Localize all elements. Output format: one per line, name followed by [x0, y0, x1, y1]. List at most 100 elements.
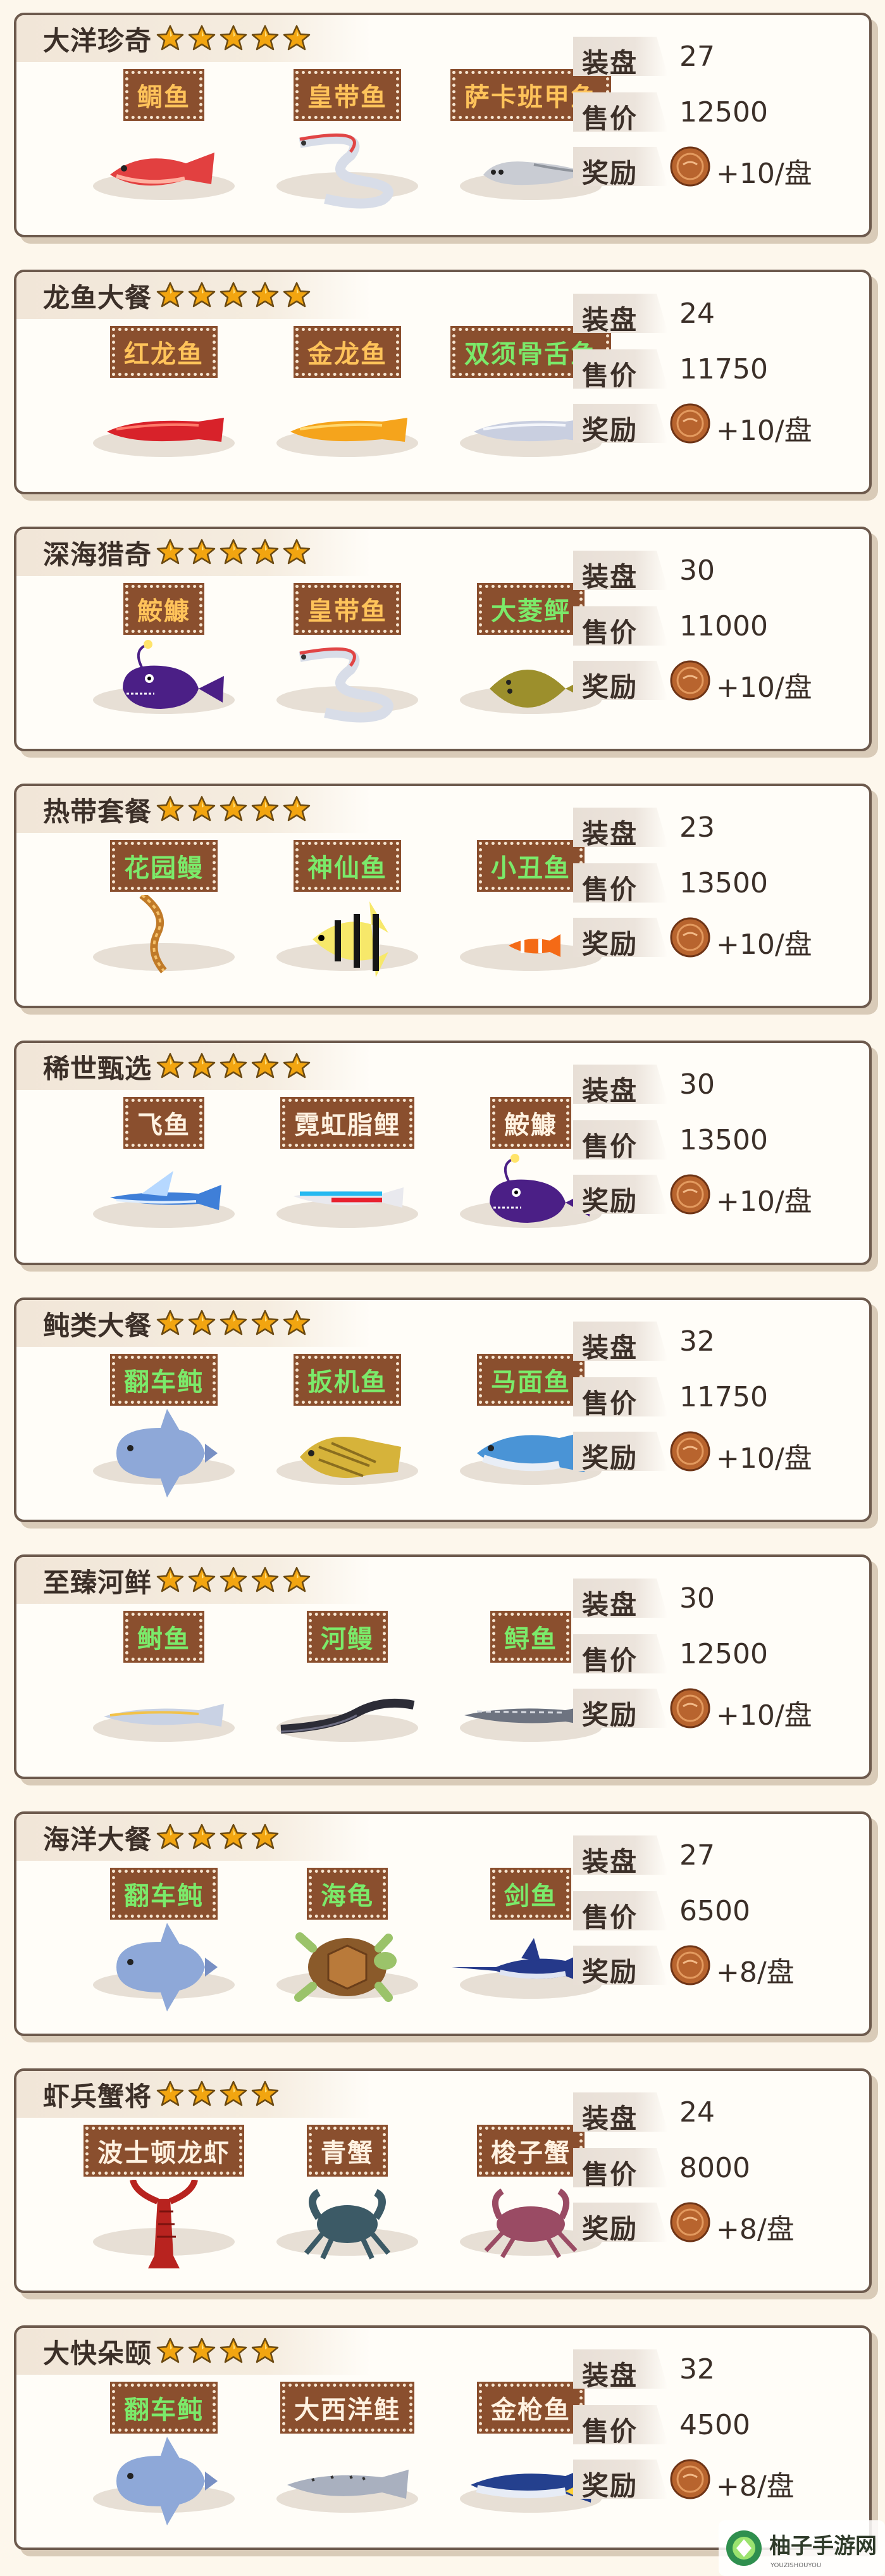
star-rating: [156, 2337, 282, 2366]
fish-item: 青蟹: [256, 2125, 439, 2272]
set-title: 至臻河鲜: [43, 1566, 152, 1598]
oarfish-icon: [256, 124, 439, 213]
plate-count: 27: [679, 41, 715, 73]
star-icon: [251, 1823, 280, 1852]
plate-label: 装盘: [573, 37, 668, 76]
price-value: 11000: [679, 610, 768, 642]
reward-row: 奖励 +10/盘: [573, 915, 851, 961]
plate-count-row: 装盘 32: [573, 1319, 851, 1363]
plate-count: 24: [679, 297, 715, 330]
price-row: 售价 12500: [573, 90, 851, 134]
fish-set-card: 深海猎奇 鮟鱇 皇带鱼 大菱鲆 装盘 30 售价 11000 奖励 +10/盘: [14, 527, 872, 751]
fish-item: 神仙鱼: [256, 840, 439, 987]
star-icon: [251, 795, 280, 824]
copper-coin-icon: [669, 1944, 711, 1986]
price-value: 8000: [679, 2152, 750, 2184]
reward-value: +10/盘: [716, 1442, 812, 1475]
star-rating: [156, 1052, 314, 1081]
star-icon: [282, 281, 311, 310]
svg-text:柚子手游网: 柚子手游网: [769, 2534, 877, 2559]
fish-item: 皇带鱼: [256, 69, 439, 216]
price-row: 售价 4500: [573, 2403, 851, 2447]
set-title-bar: 热带套餐: [16, 786, 371, 833]
plate-count: 30: [679, 554, 715, 587]
fish-set-card: 大洋珍奇 鲷鱼 皇带鱼 萨卡班甲鱼 装盘 27 售价 12500 奖励 +10/…: [14, 13, 872, 237]
fish-item: 花园鳗: [72, 840, 256, 987]
set-title-bar: 稀世甄选: [16, 1043, 371, 1090]
reward-row: 奖励 +10/盘: [573, 1429, 851, 1475]
neon-tetra-icon: [256, 1152, 439, 1241]
star-icon: [187, 538, 216, 567]
fish-name-tag: 神仙鱼: [294, 840, 401, 892]
fish-item: 鲥鱼: [72, 1611, 256, 1758]
star-icon: [251, 1566, 280, 1595]
red-arowana-icon: [72, 381, 256, 470]
price-value: 11750: [679, 1381, 768, 1413]
svg-text:YOUZISHOUYOU: YOUZISHOUYOU: [770, 2562, 821, 2569]
reward-row: 奖励 +8/盘: [573, 2457, 851, 2503]
plate-count-row: 装盘 30: [573, 1576, 851, 1620]
sunfish-icon: [72, 2437, 256, 2525]
reward-row: 奖励 +8/盘: [573, 1943, 851, 1989]
star-icon: [187, 2080, 216, 2109]
fish-set-card: 至臻河鲜 鲥鱼 河鳗 鲟鱼 装盘 30 售价 12500 奖励 +10/盘: [14, 1554, 872, 1779]
star-icon: [282, 1566, 311, 1595]
fish-item: 红龙鱼: [72, 326, 256, 473]
sea-turtle-icon: [256, 1923, 439, 2011]
star-icon: [219, 2080, 248, 2109]
reward-value: +8/盘: [716, 2470, 795, 2503]
fish-name-tag: 大菱鲆: [477, 583, 585, 635]
reward-label: 奖励: [573, 2460, 668, 2499]
reward-label: 奖励: [573, 2203, 668, 2242]
fish-item: 翻车鲀: [72, 2382, 256, 2529]
set-title: 大快朵颐: [43, 2337, 152, 2369]
star-icon: [156, 1309, 185, 1338]
copper-coin-icon: [669, 916, 711, 958]
plate-count: 30: [679, 1582, 715, 1615]
plate-count: 23: [679, 811, 715, 844]
angelfish-icon: [256, 895, 439, 984]
reward-label: 奖励: [573, 661, 668, 700]
reward-value: +8/盘: [716, 2213, 795, 2246]
fish-name-tag: 鲟鱼: [490, 1611, 571, 1663]
garden-eel-icon: [72, 895, 256, 984]
fish-item: 霓虹脂鲤: [256, 1097, 439, 1244]
star-icon: [156, 2080, 185, 2109]
star-icon: [282, 24, 311, 53]
reward-value: +10/盘: [716, 928, 812, 961]
fish-name-tag: 波士顿龙虾: [84, 2125, 244, 2177]
star-rating: [156, 1566, 314, 1595]
reward-label: 奖励: [573, 404, 668, 443]
fish-name-tag: 红龙鱼: [110, 326, 218, 378]
price-value: 13500: [679, 1124, 768, 1156]
star-icon: [282, 1309, 311, 1338]
reward-label: 奖励: [573, 1175, 668, 1214]
set-title-bar: 大洋珍奇: [16, 15, 371, 62]
star-icon: [219, 538, 248, 567]
star-icon: [251, 24, 280, 53]
set-title: 大洋珍奇: [43, 25, 152, 56]
reward-row: 奖励 +10/盘: [573, 401, 851, 447]
fish-item: 飞鱼: [72, 1097, 256, 1244]
plate-label: 装盘: [573, 808, 668, 847]
price-label: 售价: [573, 1120, 668, 1160]
star-icon: [219, 281, 248, 310]
plate-count: 27: [679, 1839, 715, 1872]
star-icon: [219, 1823, 248, 1852]
star-icon: [282, 1052, 311, 1081]
plate-label: 装盘: [573, 294, 668, 333]
price-label: 售价: [573, 2148, 668, 2187]
copper-coin-icon: [669, 403, 711, 444]
plate-label: 装盘: [573, 1835, 668, 1875]
copper-coin-icon: [669, 1430, 711, 1472]
copper-coin-icon: [669, 146, 711, 187]
set-title: 深海猎奇: [43, 539, 152, 570]
reward-row: 奖励 +10/盘: [573, 1172, 851, 1218]
plate-count-row: 装盘 30: [573, 1062, 851, 1106]
plate-label: 装盘: [573, 551, 668, 590]
star-rating: [156, 795, 314, 824]
price-value: 11750: [679, 353, 768, 385]
set-title: 稀世甄选: [43, 1053, 152, 1084]
plate-count-row: 装盘 32: [573, 2347, 851, 2391]
fish-item: 海龟: [256, 1868, 439, 2015]
